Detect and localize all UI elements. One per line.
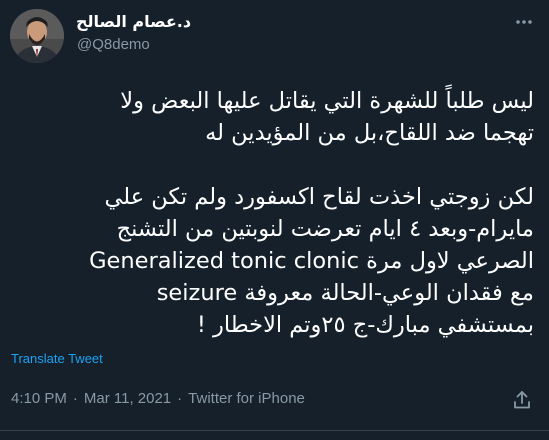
tweet-text: ليس طلباً للشهرة التي يقاتل عليها البعض … bbox=[10, 85, 534, 341]
tweet-line: لكن زوجتي اخذت لقاح اكسفورد ولم تكن علي bbox=[104, 184, 535, 210]
tweet-date[interactable]: Mar 11, 2021 bbox=[84, 390, 171, 407]
meta-separator: · bbox=[177, 390, 183, 407]
tweet-line: تهجما ضد اللقاح،بل من المؤيدين له bbox=[205, 120, 534, 146]
more-dots-icon bbox=[516, 20, 532, 24]
tweet-line: seizure مع فقدان الوعي-الحالة معروفة bbox=[156, 280, 534, 306]
tweet-line: الصرعي لاول مرة Generalized tonic clonic bbox=[89, 248, 534, 274]
tweet-line: مايرام-وبعد ٤ ايام تعرضت لنوبتين من التش… bbox=[116, 216, 534, 242]
tweet-line: بمستشفي مبارك-ج ٢٥وتم الاخطار ! bbox=[196, 312, 534, 338]
tweet-source[interactable]: Twitter for iPhone bbox=[188, 390, 305, 407]
author-handle[interactable]: @Q8demo bbox=[77, 36, 150, 53]
tweet-time[interactable]: 4:10 PM bbox=[11, 390, 67, 407]
tweet-line: ليس طلباً للشهرة التي يقاتل عليها البعض … bbox=[120, 88, 534, 114]
share-button[interactable] bbox=[511, 389, 533, 411]
more-button[interactable] bbox=[512, 12, 536, 32]
translate-tweet-link[interactable]: Translate Tweet bbox=[11, 351, 103, 366]
display-name[interactable]: د.عصام الصالح bbox=[76, 12, 191, 31]
meta-separator: · bbox=[72, 390, 78, 407]
bottom-divider bbox=[0, 430, 549, 431]
tweet-meta: 4:10 PM · Mar 11, 2021 · Twitter for iPhone bbox=[11, 390, 305, 407]
avatar[interactable] bbox=[10, 9, 64, 63]
avatar-image bbox=[10, 9, 64, 63]
share-icon bbox=[514, 391, 530, 409]
